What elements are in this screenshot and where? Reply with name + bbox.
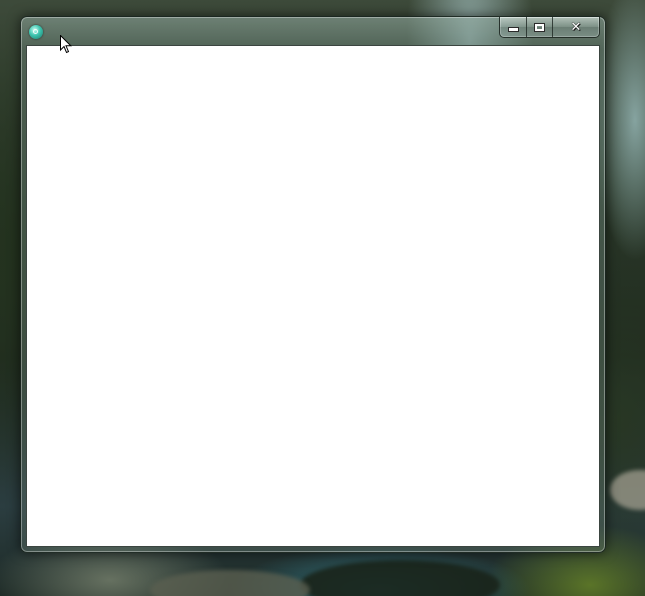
app-disc-icon[interactable]: [29, 25, 43, 39]
mouse-cursor-icon: [60, 35, 72, 54]
window-titlebar[interactable]: ✕: [21, 17, 605, 45]
wallpaper-rock: [610, 470, 645, 510]
wallpaper-rock: [300, 560, 500, 596]
close-icon: ✕: [570, 19, 582, 35]
maximize-button[interactable]: [526, 17, 552, 37]
close-button[interactable]: ✕: [552, 17, 599, 37]
caption-buttons: ✕: [499, 17, 600, 38]
application-window[interactable]: ✕: [20, 16, 606, 553]
minimize-button[interactable]: [500, 17, 526, 37]
minimize-icon: [507, 27, 519, 32]
desktop-wallpaper: ✕: [0, 0, 645, 596]
maximize-icon: [534, 22, 545, 32]
window-client-area[interactable]: [26, 45, 600, 547]
wallpaper-rock: [150, 570, 310, 596]
